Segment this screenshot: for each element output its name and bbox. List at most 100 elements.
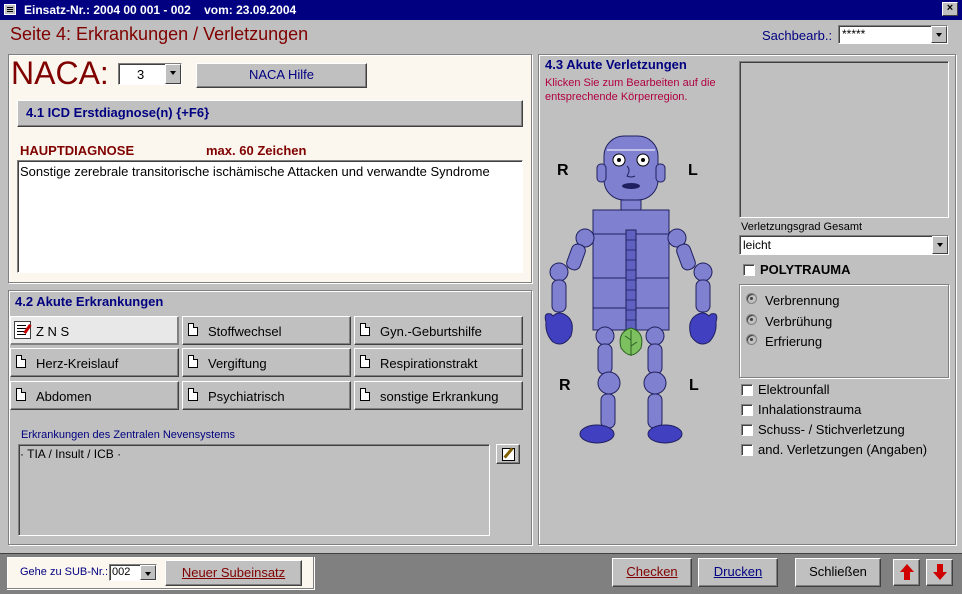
verletzungsgrad-select[interactable]: leicht — [739, 235, 949, 255]
hauptdiagnose-textarea[interactable]: Sonstige zerebrale transitorische ischäm… — [17, 160, 523, 273]
category-label: Z N S — [36, 324, 70, 339]
checkbox-inhalationstrauma[interactable] — [741, 404, 753, 416]
schliessen-button[interactable]: Schließen — [795, 558, 881, 587]
document-icon — [360, 355, 370, 368]
checkbox-schuss-stich[interactable] — [741, 424, 753, 436]
sachbearb-value: ***** — [842, 27, 866, 41]
sachbearb-label: Sachbearb.: — [762, 28, 833, 43]
naca-value: 3 — [137, 67, 145, 82]
arrow-down-button[interactable] — [926, 559, 953, 586]
hauptdiagnose-label: HAUPTDIAGNOSE — [20, 143, 135, 158]
body-region-ear-left[interactable] — [655, 163, 666, 183]
category-label: Gyn.-Geburtshilfe — [380, 324, 482, 339]
radio-erfrierung-label: Erfrierung — [765, 334, 823, 349]
hauptdiagnose-max-hint: max. 60 Zeichen — [206, 143, 307, 158]
dropdown-arrow-icon[interactable] — [165, 64, 181, 84]
drucken-button[interactable]: Drucken — [698, 558, 778, 587]
window-menu-icon[interactable] — [4, 4, 16, 15]
body-region-upperarm-right[interactable] — [565, 242, 587, 271]
body-region-lowerleg-right[interactable] — [600, 393, 616, 429]
edit-erkrankung-button[interactable] — [496, 444, 520, 464]
document-icon — [188, 323, 198, 336]
body-region-lowerleg-left[interactable] — [647, 393, 663, 429]
category-label: Stoffwechsel — [208, 324, 282, 339]
erkrankungen-heading: 4.2 Akute Erkrankungen — [15, 294, 164, 309]
radio-verbrennung-label: Verbrennung — [765, 293, 840, 308]
category-label: Herz-Kreislauf — [36, 356, 119, 371]
category-respirationstrakt-button[interactable]: Respirationstrakt — [354, 348, 523, 377]
dropdown-arrow-icon[interactable] — [931, 26, 947, 43]
body-region-thigh-right[interactable] — [597, 343, 613, 375]
body-region-elbow-right[interactable] — [549, 262, 569, 282]
goto-sub-label: Gehe zu SUB-Nr.: — [20, 566, 109, 578]
polytrauma-label: POLYTRAUMA — [760, 262, 851, 277]
document-icon — [16, 388, 26, 401]
checkbox-andere-verletzungen-label: and. Verletzungen (Angaben) — [758, 442, 928, 457]
radio-verbruehung[interactable] — [746, 314, 757, 325]
neuer-subeinsatz-button[interactable]: Neuer Subeinsatz — [165, 560, 302, 586]
body-region-thigh-left[interactable] — [647, 343, 663, 375]
checkbox-elektrounfall[interactable] — [741, 384, 753, 396]
document-icon — [188, 355, 198, 368]
body-region-hand-right[interactable] — [544, 312, 573, 345]
body-region-neck[interactable] — [620, 199, 642, 211]
naca-label: NACA: — [11, 55, 109, 91]
checkbox-elektrounfall-label: Elektrounfall — [758, 382, 830, 397]
polytrauma-checkbox[interactable] — [743, 264, 755, 276]
body-click-hint: Klicken Sie zum Bearbeiten auf die entsp… — [545, 77, 716, 103]
category-herz-kreislauf-button[interactable]: Herz-Kreislauf — [10, 348, 179, 377]
body-map[interactable] — [541, 130, 721, 450]
title-bar: Einsatz-Nr.: 2004 00 001 - 002 vom: 23.0… — [0, 0, 962, 20]
category-psychiatrisch-button[interactable]: Psychiatrisch — [182, 381, 351, 410]
naca-help-button[interactable]: NACA Hilfe — [196, 63, 367, 88]
document-icon — [360, 388, 370, 401]
category-label: Respirationstrakt — [380, 356, 478, 371]
window-title: Einsatz-Nr.: 2004 00 001 - 002 vom: 23.0… — [24, 3, 297, 17]
body-region-forearm-right[interactable] — [551, 279, 567, 313]
category-zns-button[interactable]: Z N S — [10, 316, 179, 345]
verletzungen-heading: 4.3 Akute Verletzungen — [545, 57, 687, 72]
notepad-edit-icon — [14, 321, 31, 339]
body-region-knee-right[interactable] — [597, 371, 621, 395]
injury-image-box — [739, 61, 949, 218]
close-window-button[interactable]: × — [942, 2, 958, 16]
radio-verbruehung-label: Verbrühung — [765, 314, 833, 329]
goto-sub-select[interactable]: 002 — [109, 564, 157, 581]
category-vergiftung-button[interactable]: Vergiftung — [182, 348, 351, 377]
category-abdomen-button[interactable]: Abdomen — [10, 381, 179, 410]
dropdown-arrow-icon[interactable] — [932, 236, 948, 254]
icd-diagnose-button[interactable]: 4.1 ICD Erstdiagnose(n) {+F6} — [17, 100, 523, 127]
body-region-elbow-left[interactable] — [693, 262, 713, 282]
category-gyn-button[interactable]: Gyn.-Geburtshilfe — [354, 316, 523, 345]
body-region-ear-right[interactable] — [596, 163, 607, 183]
category-sonstige-button[interactable]: sonstige Erkrankung — [354, 381, 523, 410]
naca-select[interactable]: 3 — [118, 63, 182, 85]
verletzungsgrad-label: Verletzungsgrad Gesamt — [741, 221, 863, 233]
body-region-hip-left[interactable] — [645, 326, 665, 346]
radio-verbrennung[interactable] — [746, 293, 757, 304]
dropdown-arrow-icon[interactable] — [140, 565, 156, 580]
body-region-foot-left[interactable] — [647, 424, 683, 444]
checkbox-andere-verletzungen[interactable] — [741, 444, 753, 456]
body-region-knee-left[interactable] — [643, 371, 667, 395]
page-title: Seite 4: Erkrankungen / Verletzungen — [10, 24, 309, 44]
body-region-hip-right[interactable] — [595, 326, 615, 346]
body-region-hand-left[interactable] — [689, 312, 718, 345]
goto-sub-value: 002 — [112, 566, 131, 578]
erkrankung-detail-text: · TIA / Insult / ICB · — [20, 447, 122, 461]
category-label: Vergiftung — [208, 356, 267, 371]
checkbox-inhalationstrauma-label: Inhalationstrauma — [758, 402, 862, 417]
body-region-head[interactable] — [603, 135, 659, 201]
document-icon — [188, 388, 198, 401]
checkbox-schuss-stich-label: Schuss- / Stichverletzung — [758, 422, 905, 437]
body-region-forearm-left[interactable] — [695, 279, 711, 313]
category-label: Abdomen — [36, 389, 92, 404]
body-region-foot-right[interactable] — [579, 424, 615, 444]
arrow-up-button[interactable] — [893, 559, 920, 586]
body-region-upperarm-left[interactable] — [675, 242, 697, 271]
category-stoffwechsel-button[interactable]: Stoffwechsel — [182, 316, 351, 345]
checken-button[interactable]: Checken — [612, 558, 692, 587]
category-label: sonstige Erkrankung — [380, 389, 499, 404]
radio-erfrierung[interactable] — [746, 334, 757, 345]
sachbearb-select[interactable]: ***** — [838, 25, 948, 44]
